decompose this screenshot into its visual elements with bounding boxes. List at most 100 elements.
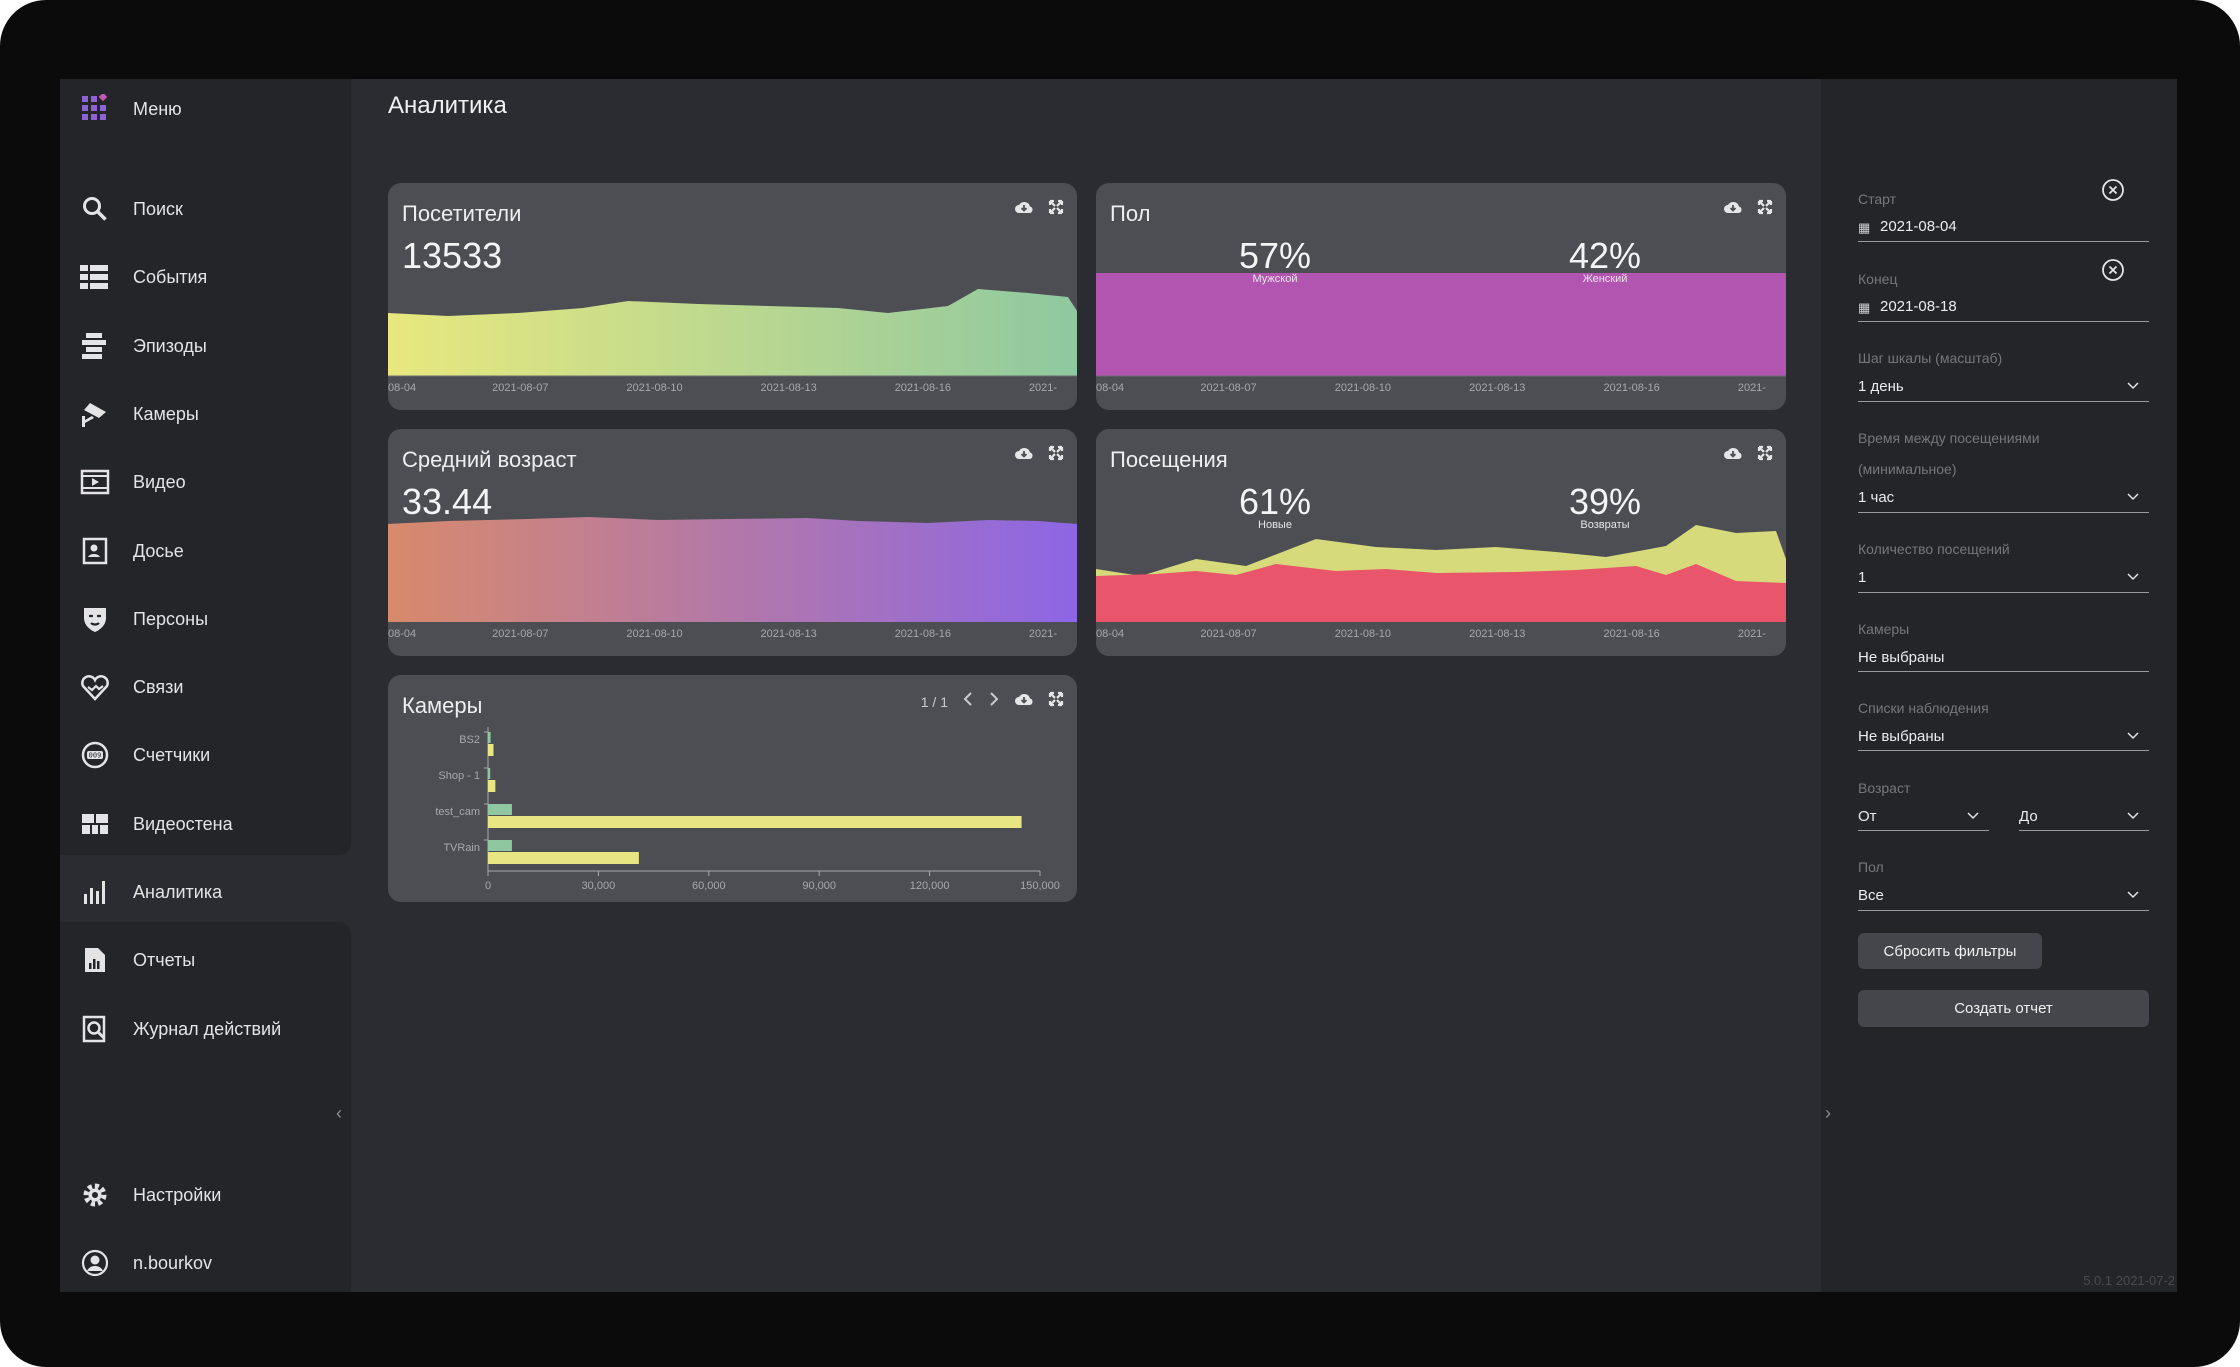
reset-filters-button[interactable]: Сбросить фильтры [1858, 933, 2042, 969]
new-visitors-label: Новые [1258, 519, 1292, 531]
collapse-panel-icon[interactable]: › [1825, 1103, 1831, 1124]
menu-button[interactable]: Меню [60, 81, 351, 137]
counters-icon: 009 [80, 740, 110, 770]
visitors-card: 08-04 2021-08-07 2021-08-10 2021-08-13 2021-… [388, 183, 1077, 410]
sidebar-item-relations[interactable]: Связи [60, 659, 351, 715]
cloud-download-icon[interactable] [1723, 445, 1743, 466]
sidebar-item-persons[interactable]: Персоны [60, 591, 351, 647]
age-to-select[interactable]: До [2019, 808, 2038, 825]
end-date-field[interactable]: 2021-08-18 [1880, 298, 1957, 315]
x-tick-label: 08-04 [1096, 382, 1124, 394]
collapse-sidebar-icon[interactable]: ‹ [336, 1103, 342, 1124]
sidebar-item-video[interactable]: Видео [60, 454, 351, 510]
cloud-download-icon[interactable] [1014, 445, 1034, 466]
expand-icon[interactable] [1757, 199, 1773, 220]
episodes-icon [80, 331, 110, 361]
chevron-down-icon[interactable] [1967, 809, 1979, 821]
gender-card: 08-04 2021-08-07 2021-08-10 2021-08-13 2021-… [1096, 183, 1786, 410]
sidebar-item-episodes[interactable]: Эпизоды [60, 318, 351, 374]
sidebar-item-label: Журнал действий [133, 1018, 282, 1039]
expand-icon[interactable] [1757, 445, 1773, 466]
user-avatar-icon [80, 1248, 110, 1278]
female-label: Женский [1582, 273, 1628, 285]
chevron-down-icon[interactable] [2127, 729, 2139, 741]
cloud-download-icon[interactable] [1014, 199, 1034, 220]
chevron-down-icon[interactable] [2127, 379, 2139, 391]
returning-visitors-label: Возвраты [1580, 519, 1630, 531]
chevron-left-icon[interactable] [962, 691, 974, 712]
user-name: n.bourkov [133, 1252, 213, 1273]
clear-end-date-icon[interactable] [2101, 258, 2125, 282]
x-tick-label: 2021-08-13 [761, 628, 817, 640]
x-tick-label: 08-04 [388, 628, 416, 640]
cameras-filter-select[interactable]: Не выбраны [1858, 649, 1944, 666]
female-percent: 42% [1568, 235, 1642, 276]
time-between-select[interactable]: 1 час [1858, 489, 1894, 506]
x-tick-label: 2021-08-07 [492, 628, 548, 640]
sidebar: Меню Поиск События Эпизоды Камеры Видео Досье… [60, 79, 351, 1292]
visitors-title: Посетители [402, 201, 522, 226]
age-area [388, 517, 1077, 622]
clear-start-date-icon[interactable] [2101, 178, 2125, 202]
sidebar-item-search[interactable]: Поиск [60, 181, 351, 237]
x-tick-label: 150,000 [1020, 880, 1060, 892]
sidebar-item-settings[interactable]: Настройки [60, 1167, 351, 1223]
sidebar-item-events[interactable]: События [60, 249, 351, 305]
time-between-label: Время между посещениями [1858, 430, 2040, 446]
age-card: 08-04 2021-08-07 2021-08-10 2021-08-13 2021-… [388, 429, 1077, 656]
chevron-down-icon[interactable] [2127, 809, 2139, 821]
visits-title: Посещения [1110, 447, 1228, 472]
expand-icon[interactable] [1048, 691, 1064, 712]
sidebar-item-dossier[interactable]: Досье [60, 523, 351, 579]
watchlists-select[interactable]: Не выбраны [1858, 728, 1944, 745]
settings-label: Настройки [133, 1184, 222, 1205]
scale-select[interactable]: 1 день [1858, 378, 1904, 395]
dossier-icon [80, 536, 110, 566]
x-tick-label: 2021- [1029, 628, 1057, 640]
app-window: Меню Поиск События Эпизоды Камеры Видео Досье… [60, 79, 2177, 1292]
chevron-right-icon[interactable] [988, 691, 1000, 712]
sidebar-item-counters[interactable]: 009 Счетчики [60, 727, 351, 783]
sidebar-item-audit-log[interactable]: Журнал действий [60, 1001, 351, 1057]
end-date-label: Конец [1858, 271, 1898, 287]
bar-yellow [488, 744, 494, 756]
bar-green [488, 840, 512, 851]
x-tick-label: 2021-08-16 [895, 382, 951, 394]
category-label: BS2 [459, 734, 480, 746]
chevron-down-icon[interactable] [2127, 570, 2139, 582]
card-toolbar [1723, 445, 1773, 466]
sidebar-item-label: Видео [133, 471, 186, 492]
create-report-button[interactable]: Создать отчет [1858, 990, 2149, 1027]
visits-count-select[interactable]: 1 [1858, 569, 1866, 586]
chevron-down-icon[interactable] [2127, 490, 2139, 502]
pager-text: 1 / 1 [920, 693, 948, 710]
user-profile[interactable]: n.bourkov [60, 1235, 351, 1291]
sidebar-item-camera[interactable]: Камеры [60, 386, 351, 442]
sidebar-item-videowall[interactable]: Видеостена [60, 796, 351, 852]
x-tick-label: 0 [485, 880, 491, 892]
chevron-down-icon[interactable] [2127, 888, 2139, 900]
sidebar-item-reports[interactable]: Отчеты [60, 932, 351, 988]
x-tick-label: 2021-08-10 [1335, 382, 1391, 394]
sidebar-item-label: Эпизоды [133, 335, 207, 356]
expand-icon[interactable] [1048, 199, 1064, 220]
events-icon [80, 262, 110, 292]
x-tick-label: 2021-08-07 [1200, 382, 1256, 394]
sidebar-item-analytics[interactable]: Аналитика [60, 864, 351, 920]
visitors-value: 13533 [402, 235, 503, 276]
gender-filter-label: Пол [1858, 859, 1884, 875]
gender-select[interactable]: Все [1858, 887, 1884, 904]
x-tick-label: 2021-08-10 [1335, 628, 1391, 640]
start-date-field[interactable]: 2021-08-04 [1880, 218, 1957, 235]
age-from-select[interactable]: От [1858, 808, 1877, 825]
analytics-icon [80, 877, 110, 907]
expand-icon[interactable] [1048, 445, 1064, 466]
x-tick-label: 2021-08-10 [626, 628, 682, 640]
svg-text:009: 009 [89, 752, 102, 760]
x-tick-label: 08-04 [388, 382, 416, 394]
main-content: Аналитика 08-04 2021-08-07 2021-08-10 2021-… [351, 79, 1821, 1292]
x-tick-label: 2021-08-16 [1603, 382, 1659, 394]
version-label: 5.0.1 2021-07-2 [2083, 1273, 2175, 1288]
cloud-download-icon[interactable] [1723, 199, 1743, 220]
cloud-download-icon[interactable] [1014, 691, 1034, 712]
